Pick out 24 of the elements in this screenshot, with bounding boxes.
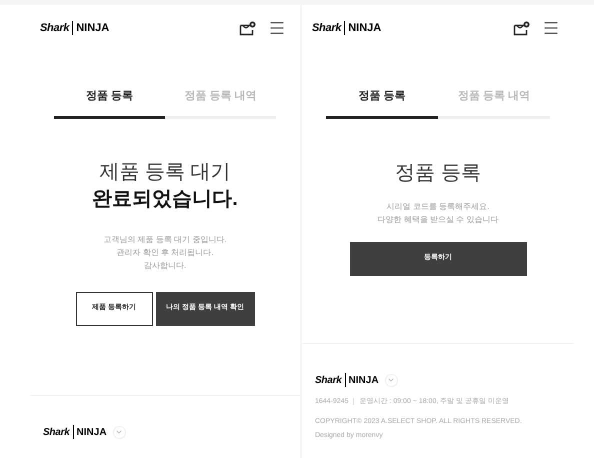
brand-logo-shark: Shark xyxy=(40,20,70,36)
shopping-bag-icon[interactable] xyxy=(513,20,530,36)
tab[interactable]: 정품 등록 xyxy=(54,88,165,118)
brand-logo-ninja: NINJA xyxy=(348,374,379,388)
brand-logo-shark: Shark xyxy=(43,426,70,440)
tab[interactable]: 정품 등록 xyxy=(326,88,438,118)
brand-logo-ninja: NINJA xyxy=(348,20,382,36)
message-text: 다양한 혜택을 받으실 수 있습니다 xyxy=(378,214,498,226)
message-text: 관리자 확인 후 처리됩니다. xyxy=(116,246,214,258)
chevron-down-icon xyxy=(115,428,124,436)
page-title: 정품 등록 xyxy=(395,160,481,186)
menu-icon[interactable] xyxy=(268,19,286,37)
chevron-down-icon xyxy=(387,376,396,384)
brand-logo-ninja: NINJA xyxy=(76,426,107,440)
page-title-bold: 완료되었습니다. xyxy=(92,186,238,212)
page-title: 제품 등록 대기 xyxy=(99,160,231,184)
message-text: 감사합니다. xyxy=(144,260,186,272)
message-text: 시리얼 코드를 등록해주세요. xyxy=(386,200,490,212)
message-text: 고객님의 제품 등록 대기 중입니다. xyxy=(103,234,227,246)
menu-icon[interactable] xyxy=(542,19,560,37)
brand-logo-shark: Shark xyxy=(312,20,342,36)
brand-logo-ninja: NINJA xyxy=(76,20,110,36)
brand-logo-shark: Shark xyxy=(315,374,342,388)
shopping-bag-icon[interactable] xyxy=(239,20,256,36)
